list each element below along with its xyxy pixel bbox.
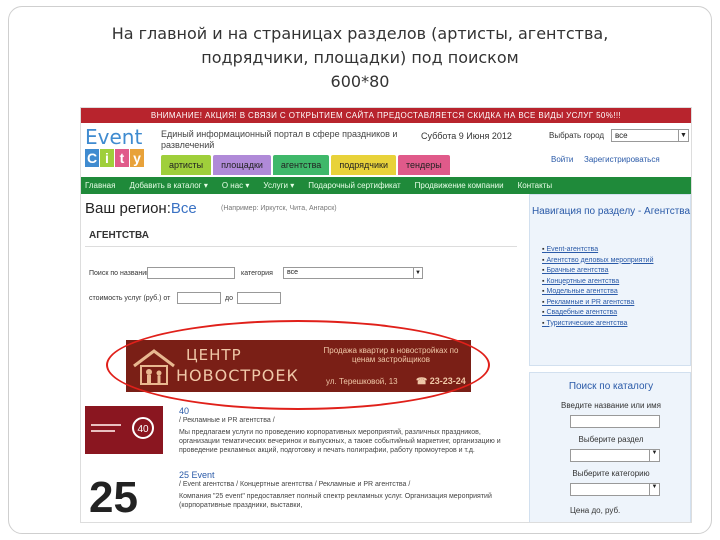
filter-name-label: Поиск по названию:: [89, 270, 154, 277]
category-tabs: артисты площадки агентства подрядчики те…: [161, 155, 450, 175]
tab-contractors[interactable]: подрядчики: [331, 155, 396, 175]
site-tagline: Единый информационный портал в сфере пра…: [161, 129, 398, 150]
company-logo-40[interactable]: 40: [85, 406, 163, 454]
listing-description: Компания "25 event" предоставляет полный…: [179, 493, 492, 509]
listing-categories[interactable]: / Рекламные и PR агентства /: [179, 417, 275, 424]
search-category-label: Выберите категорию: [572, 469, 650, 478]
list-item: 25 25 Event / Event агентства / Концертн…: [85, 470, 519, 522]
nav-item-gift[interactable]: Подарочный сертификат: [308, 181, 400, 190]
nav-item-services[interactable]: Услуги ▾: [263, 181, 294, 190]
main-content: Ваш регион:Все (Например: Иркутск, Чита,…: [81, 194, 521, 522]
filter-price-to-label: до: [225, 295, 233, 302]
chevron-down-icon: ▼: [678, 130, 688, 141]
filter-price-from-label: стоимость услуг (руб.) от: [89, 295, 171, 302]
divider: [85, 246, 517, 247]
region-label: Ваш регион:: [85, 200, 171, 217]
list-item: 40 40 / Рекламные и PR агентства / Мы пр…: [85, 406, 519, 464]
svg-text:40: 40: [137, 424, 149, 435]
logo-letter: t: [115, 149, 129, 167]
logo-city: C i t y: [85, 149, 147, 167]
sidebar-item-business[interactable]: Агентство деловых мероприятий: [542, 256, 653, 267]
sidebar: Навигация по разделу - Агентства Event-а…: [529, 194, 691, 522]
login-link[interactable]: Войти: [551, 155, 573, 164]
section-navigation: Навигация по разделу - Агентства Event-а…: [529, 194, 691, 366]
listing-name[interactable]: 40: [179, 406, 189, 416]
nav-item-promotion[interactable]: Продвижение компании: [415, 181, 504, 190]
sidebar-item-marriage[interactable]: Брачные агентства: [542, 266, 653, 277]
city-select[interactable]: все ▼: [611, 129, 689, 142]
highlight-ellipse: [106, 320, 490, 410]
tab-tenders[interactable]: тендеры: [397, 155, 450, 175]
main-navbar: Главная Добавить в каталог ▾ О нас ▾ Усл…: [81, 177, 691, 194]
site-header: Event C i t y Единый информационный порт…: [81, 123, 691, 177]
svg-text:25: 25: [89, 473, 138, 518]
website-screenshot: ВНИМАНИЕ! АКЦИЯ! В СВЯЗИ С ОТКРЫТИЕМ САЙ…: [80, 107, 692, 523]
search-price-label: Цена до, руб.: [570, 506, 621, 515]
catalog-search: Поиск по каталогу Введите название или и…: [529, 372, 691, 522]
chevron-down-icon: ▼: [649, 484, 659, 495]
tab-venues[interactable]: площадки: [213, 155, 271, 175]
listing-description: Мы предлагаем услуги по проведению корпо…: [179, 429, 501, 454]
nav-item-home[interactable]: Главная: [85, 181, 115, 190]
region-hint: (Например: Иркутск, Чита, Ангарск): [221, 205, 337, 212]
section-title: АГЕНТСТВА: [89, 230, 149, 241]
sidebar-item-event[interactable]: Event-агентства: [542, 245, 653, 256]
tab-agencies[interactable]: агентства: [272, 155, 330, 175]
filter-name-input[interactable]: [147, 267, 235, 279]
nav-item-about[interactable]: О нас ▾: [222, 181, 250, 190]
search-category-select[interactable]: ▼: [570, 483, 660, 496]
filter-category-label: категория: [241, 270, 273, 277]
filter-category-select[interactable]: все ▼: [283, 267, 423, 279]
chevron-down-icon: ▼: [413, 268, 422, 278]
promo-banner[interactable]: ВНИМАНИЕ! АКЦИЯ! В СВЯЗИ С ОТКРЫТИЕМ САЙ…: [81, 108, 691, 123]
register-link[interactable]: Зарегистрироваться: [584, 155, 660, 164]
site-logo[interactable]: Event C i t y: [85, 127, 147, 173]
slide-title-line: На главной и на страницах разделов (арти…: [111, 24, 609, 43]
region-value[interactable]: Все: [171, 200, 197, 217]
section-nav-title: Навигация по разделу - Агентства: [531, 206, 691, 217]
search-section-label: Выберите раздел: [578, 435, 644, 444]
slide-title-line: подрядчики, площадки) под поиском: [201, 48, 519, 67]
company-logo-25[interactable]: 25: [85, 470, 163, 518]
logo-event-text: Event: [85, 125, 143, 149]
nav-item-contacts[interactable]: Контакты: [518, 181, 553, 190]
sidebar-item-model[interactable]: Модельные агентства: [542, 287, 653, 298]
region-heading: Ваш регион:Все: [85, 200, 197, 217]
logo-letter: C: [85, 149, 99, 167]
slide-title-line: 600*80: [330, 72, 390, 91]
listing-categories[interactable]: / Event агентства / Концертные агентства…: [179, 481, 410, 488]
tab-artists[interactable]: артисты: [161, 155, 212, 175]
city-select-label: Выбрать город: [549, 131, 605, 140]
filter-category-value: все: [287, 269, 299, 276]
logo-letter: y: [130, 149, 144, 167]
chevron-down-icon: ▼: [649, 450, 659, 461]
listing-name[interactable]: 25 Event: [179, 470, 215, 480]
sidebar-item-wedding[interactable]: Свадебные агентства: [542, 308, 653, 319]
sidebar-item-concert[interactable]: Концертные агентства: [542, 277, 653, 288]
search-name-input[interactable]: [570, 415, 660, 428]
sidebar-item-travel[interactable]: Туристические агентства: [542, 319, 653, 330]
slide-title: На главной и на страницах разделов (арти…: [0, 22, 720, 94]
section-nav-list: Event-агентства Агентство деловых меропр…: [542, 245, 653, 329]
filter-price-to-input[interactable]: [237, 292, 281, 304]
nav-item-add[interactable]: Добавить в каталог ▾: [129, 181, 207, 190]
city-select-value: все: [615, 131, 628, 140]
sidebar-item-pr[interactable]: Рекламные и PR агентства: [542, 298, 653, 309]
catalog-search-title: Поиск по каталогу: [568, 381, 654, 392]
search-section-select[interactable]: ▼: [570, 449, 660, 462]
current-date: Суббота 9 Июня 2012: [421, 131, 512, 141]
search-name-label: Введите название или имя: [561, 401, 661, 410]
logo-letter: i: [100, 149, 114, 167]
filter-price-from-input[interactable]: [177, 292, 221, 304]
